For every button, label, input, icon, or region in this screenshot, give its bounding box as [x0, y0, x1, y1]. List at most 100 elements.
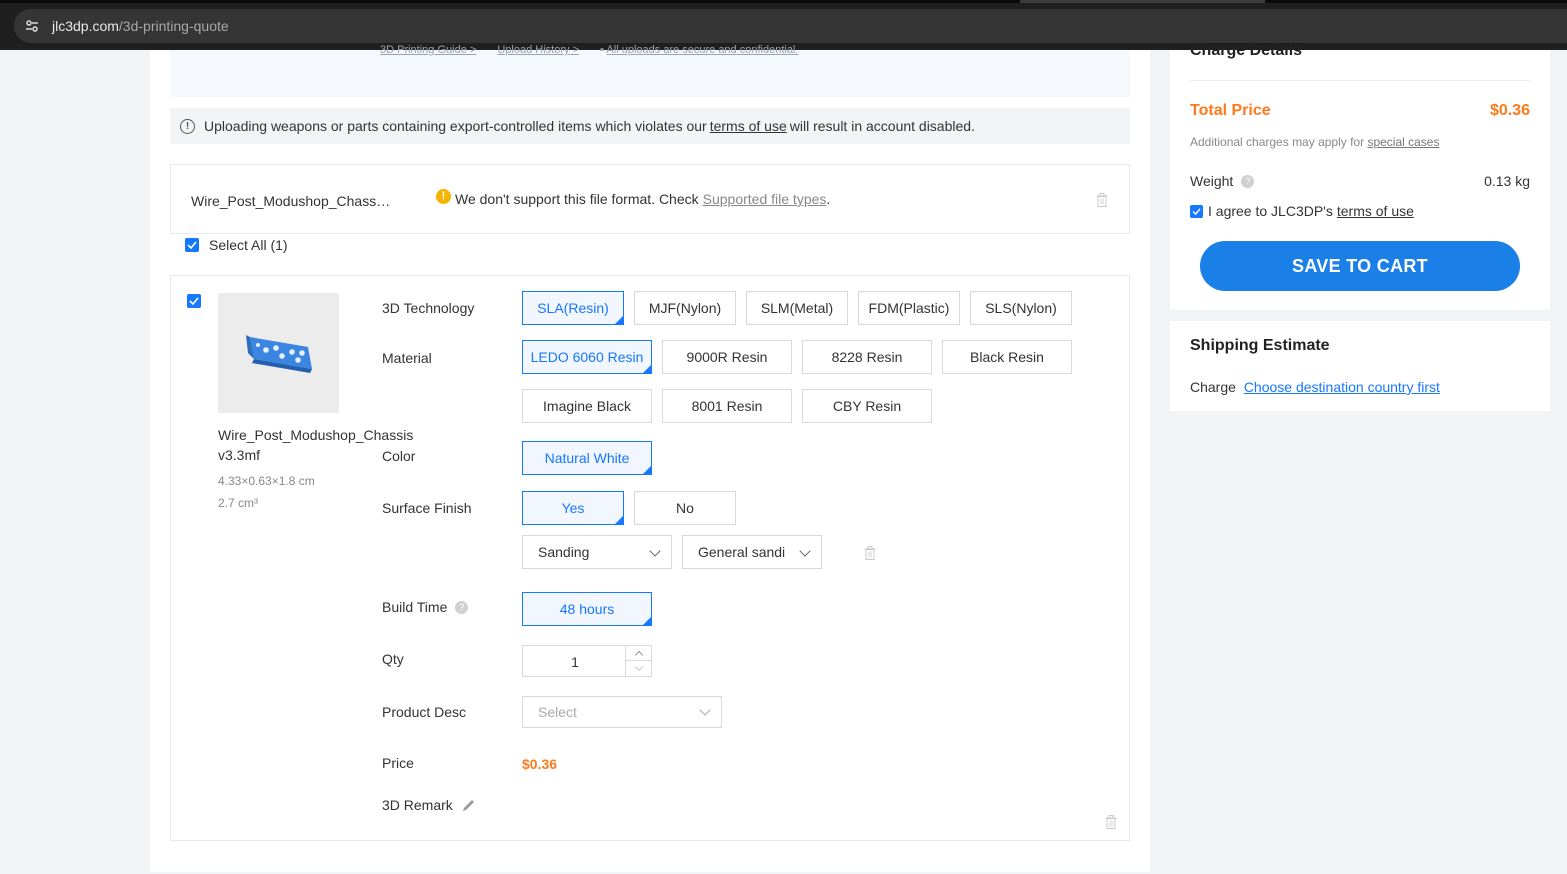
- divider: [1190, 80, 1530, 81]
- format-error-suffix: .: [826, 191, 831, 207]
- qty-label: Qty: [382, 651, 404, 667]
- tech-option-mjf[interactable]: MJF(Nylon): [634, 291, 736, 325]
- quote-main-panel: 3D Printing Guide > Upload History > ▪ A…: [150, 44, 1150, 872]
- total-price-label: Total Price: [1190, 102, 1271, 119]
- material-option-cby[interactable]: CBY Resin: [802, 389, 932, 423]
- warning-icon: !: [436, 188, 451, 204]
- surface-finish-label: Surface Finish: [382, 500, 472, 516]
- build-time-label-text: Build Time: [382, 599, 448, 615]
- remark-label: 3D Remark: [382, 797, 477, 813]
- tech-option-sla[interactable]: SLA(Resin): [522, 291, 624, 325]
- surface-option-no[interactable]: No: [634, 491, 736, 525]
- help-icon[interactable]: ?: [1241, 174, 1255, 188]
- delete-item-icon[interactable]: [1105, 815, 1117, 829]
- additional-charges-text: Additional charges may apply for: [1190, 135, 1365, 149]
- quantity-stepper[interactable]: 1: [522, 645, 652, 677]
- item-checkbox[interactable]: [187, 294, 201, 308]
- active-tab[interactable]: [0, 0, 1020, 3]
- remark-label-text: 3D Remark: [382, 797, 453, 813]
- tech-option-sls[interactable]: SLS(Nylon): [970, 291, 1072, 325]
- terms-agreement[interactable]: I agree to JLC3DP's terms of use: [1190, 203, 1414, 219]
- shipping-charge: Charge Choose destination country first: [1190, 379, 1440, 395]
- upload-links: 3D Printing Guide > Upload History > ▪ A…: [380, 44, 834, 56]
- help-icon[interactable]: ?: [455, 600, 469, 614]
- delete-finish-icon[interactable]: [864, 546, 876, 560]
- format-error-message: ! We don't support this file format. Che…: [436, 188, 831, 207]
- site-settings-icon[interactable]: [24, 18, 40, 34]
- increment-button[interactable]: [626, 646, 651, 661]
- tech-option-fdm[interactable]: FDM(Plastic): [858, 291, 960, 325]
- shipping-estimate-card: Shipping Estimate Charge Choose destinat…: [1170, 321, 1550, 411]
- select-all-label: Select All (1): [209, 237, 288, 253]
- printing-guide-link[interactable]: 3D Printing Guide >: [380, 44, 476, 56]
- upload-history-link[interactable]: Upload History >: [497, 44, 579, 56]
- model-thumbnail[interactable]: [218, 293, 339, 413]
- check-icon: [189, 297, 199, 305]
- choose-country-link[interactable]: Choose destination country first: [1244, 379, 1440, 395]
- color-option-natural-white[interactable]: Natural White: [522, 441, 652, 475]
- model-item-card: Wire_Post_Modushop_Chassis v3.3mf 4.33×0…: [170, 275, 1130, 841]
- model-volume: 2.7 cm³: [218, 496, 259, 510]
- other-tab[interactable]: [1265, 0, 1567, 3]
- price-label: Price: [382, 755, 414, 771]
- quantity-input[interactable]: 1: [523, 654, 627, 670]
- secure-note-text: All uploads are secure and confidential.: [606, 44, 799, 56]
- special-cases-link[interactable]: special cases: [1367, 135, 1439, 149]
- upload-area[interactable]: 3D Printing Guide > Upload History > ▪ A…: [170, 44, 1130, 97]
- weight-label-text: Weight: [1190, 173, 1234, 189]
- weight-value: 0.13 kg: [1484, 173, 1530, 189]
- select-all[interactable]: Select All (1): [185, 237, 288, 253]
- finish-type-value: Sanding: [538, 544, 590, 560]
- shipping-estimate-title: Shipping Estimate: [1190, 337, 1330, 354]
- additional-charges-note: Additional charges may apply for special…: [1190, 135, 1439, 149]
- shipping-charge-label: Charge: [1190, 379, 1236, 395]
- supported-types-link[interactable]: Supported file types: [703, 191, 827, 207]
- material-option-black[interactable]: Black Resin: [942, 340, 1072, 374]
- info-icon: !: [180, 118, 195, 134]
- agree-terms-checkbox[interactable]: [1190, 204, 1203, 218]
- tab-strip: [0, 0, 1567, 3]
- model-dimensions: 4.33×0.63×1.8 cm: [218, 474, 315, 488]
- chevron-down-icon: [634, 662, 643, 672]
- material-option-ledo-6060[interactable]: LEDO 6060 Resin: [522, 340, 652, 374]
- build-time-option-48h[interactable]: 48 hours: [522, 592, 652, 626]
- material-option-9000r[interactable]: 9000R Resin: [662, 340, 792, 374]
- agree-terms-link[interactable]: terms of use: [1337, 203, 1414, 219]
- material-option-8001[interactable]: 8001 Resin: [662, 389, 792, 423]
- tech-option-slm[interactable]: SLM(Metal): [746, 291, 848, 325]
- address-bar[interactable]: jlc3dp.com/3d-printing-quote: [14, 9, 1567, 43]
- chevron-down-icon: [699, 704, 711, 716]
- delete-file-icon[interactable]: [1096, 193, 1108, 207]
- browser-chrome: jlc3dp.com/3d-printing-quote: [0, 0, 1567, 50]
- quantity-step-buttons: [625, 646, 651, 676]
- product-desc-select[interactable]: Select: [522, 696, 722, 728]
- chevron-up-icon: [634, 650, 643, 659]
- model-preview-image: [246, 335, 312, 373]
- error-filename: Wire_Post_Modushop_Chass…: [191, 193, 391, 209]
- notice-text: Uploading weapons or parts containing ex…: [204, 118, 707, 134]
- technology-label: 3D Technology: [382, 300, 475, 316]
- build-time-label: Build Time ?: [382, 599, 469, 615]
- surface-option-yes[interactable]: Yes: [522, 491, 624, 525]
- decrement-button[interactable]: [626, 661, 651, 676]
- material-option-imagine-black[interactable]: Imagine Black: [522, 389, 652, 423]
- notice-terms-link[interactable]: terms of use: [710, 118, 787, 134]
- edit-pencil-icon[interactable]: [461, 797, 477, 813]
- charge-details-card: Charge Details Total Price $0.36 Additio…: [1170, 42, 1550, 310]
- finish-type-select[interactable]: Sanding: [522, 535, 672, 569]
- unsupported-file-row: Wire_Post_Modushop_Chass… ! We don't sup…: [170, 164, 1130, 234]
- total-price-value: $0.36: [1489, 102, 1530, 119]
- color-label: Color: [382, 448, 416, 464]
- url-host: jlc3dp.com: [52, 18, 119, 34]
- material-label: Material: [382, 350, 432, 366]
- format-error-text: We don't support this file format. Check: [455, 191, 699, 207]
- check-icon: [187, 241, 197, 249]
- material-option-8228[interactable]: 8228 Resin: [802, 340, 932, 374]
- chevron-down-icon: [799, 545, 811, 557]
- export-notice: ! Uploading weapons or parts containing …: [170, 108, 1130, 144]
- save-to-cart-button[interactable]: SAVE TO CART: [1200, 241, 1520, 291]
- agree-text: I agree to JLC3DP's: [1208, 203, 1333, 219]
- url-text[interactable]: jlc3dp.com/3d-printing-quote: [52, 18, 229, 34]
- select-all-checkbox[interactable]: [185, 238, 199, 252]
- finish-detail-select[interactable]: General sandi: [682, 535, 822, 569]
